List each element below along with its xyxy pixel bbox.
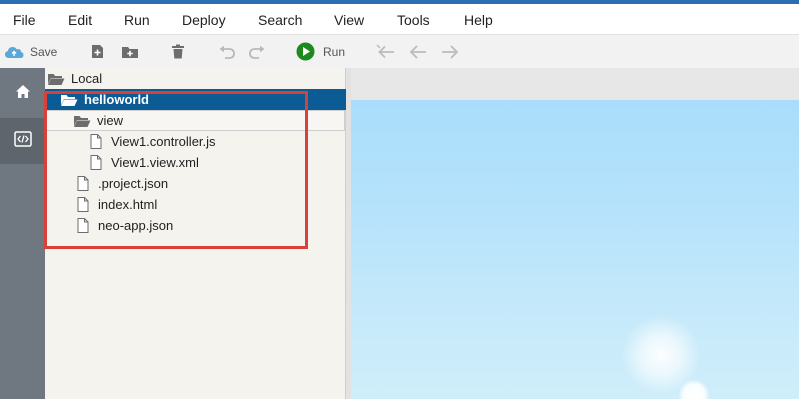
file-icon xyxy=(74,175,92,193)
back-icon xyxy=(409,44,427,60)
save-button[interactable]: Save xyxy=(4,35,57,68)
workspace-tree: Local helloworld view View1.controller.j… xyxy=(45,68,346,399)
tree-item-helloworld[interactable]: helloworld xyxy=(45,89,346,110)
back-button[interactable] xyxy=(409,35,427,68)
back-to-edit-button[interactable] xyxy=(376,35,396,68)
menu-view[interactable]: View xyxy=(334,12,364,28)
code-editor-button[interactable] xyxy=(0,118,45,164)
folder-open-icon xyxy=(47,70,65,88)
tree-item-view1-controller[interactable]: View1.controller.js xyxy=(45,131,346,152)
folder-open-icon xyxy=(73,112,91,130)
code-editor-icon xyxy=(13,130,32,152)
undo-button[interactable] xyxy=(218,35,236,68)
tree-label-view: view xyxy=(97,113,124,128)
forward-button[interactable] xyxy=(441,35,459,68)
home-icon xyxy=(15,84,31,104)
toolbar: Save Run xyxy=(0,35,799,68)
back-to-edit-icon xyxy=(376,43,396,60)
tree-item-view[interactable]: view xyxy=(45,110,345,131)
tree-item-local[interactable]: Local xyxy=(45,68,346,89)
delete-button[interactable] xyxy=(171,35,185,68)
file-icon xyxy=(74,196,92,214)
new-folder-button[interactable] xyxy=(121,35,139,68)
new-file-icon xyxy=(91,44,104,59)
menu-bar: File Edit Run Deploy Search View Tools H… xyxy=(0,4,799,35)
redo-icon xyxy=(248,45,266,59)
tree-label-project-json: .project.json xyxy=(98,176,169,191)
run-button[interactable]: Run xyxy=(296,35,345,68)
file-icon xyxy=(87,133,105,151)
menu-tools[interactable]: Tools xyxy=(397,12,430,28)
tree-label-helloworld: helloworld xyxy=(84,92,149,107)
menu-run[interactable]: Run xyxy=(124,12,150,28)
run-label: Run xyxy=(323,44,346,59)
redo-button[interactable] xyxy=(248,35,266,68)
file-icon xyxy=(87,154,105,172)
delete-icon xyxy=(171,44,185,59)
run-icon xyxy=(296,42,315,61)
tree-item-index-html[interactable]: index.html xyxy=(45,194,346,215)
tree-label-neo-app-json: neo-app.json xyxy=(98,218,174,233)
menu-file[interactable]: File xyxy=(13,12,36,28)
background-orb xyxy=(679,380,709,399)
menu-deploy[interactable]: Deploy xyxy=(182,12,226,28)
tree-label-local: Local xyxy=(71,71,103,86)
undo-icon xyxy=(218,45,236,59)
tree-item-view1-view[interactable]: View1.view.xml xyxy=(45,152,346,173)
file-icon xyxy=(74,217,92,235)
left-sidebar xyxy=(0,68,45,399)
editor-background xyxy=(351,100,799,399)
new-file-button[interactable] xyxy=(91,35,104,68)
tree-item-neo-app-json[interactable]: neo-app.json xyxy=(45,215,346,236)
home-button[interactable] xyxy=(0,71,45,117)
tree-item-project-json[interactable]: .project.json xyxy=(45,173,346,194)
editor-area xyxy=(351,68,799,399)
editor-tab-strip xyxy=(351,68,799,100)
cloud-save-icon xyxy=(4,45,24,59)
tree-label-index-html: index.html xyxy=(98,197,158,212)
new-folder-icon xyxy=(121,45,139,59)
forward-icon xyxy=(441,44,459,60)
menu-edit[interactable]: Edit xyxy=(68,12,92,28)
tree-label-view1-controller: View1.controller.js xyxy=(111,134,216,149)
folder-open-icon xyxy=(60,91,78,109)
tree-label-view1-view: View1.view.xml xyxy=(111,155,199,170)
menu-search[interactable]: Search xyxy=(258,12,302,28)
save-label: Save xyxy=(30,44,58,59)
menu-help[interactable]: Help xyxy=(464,12,493,28)
